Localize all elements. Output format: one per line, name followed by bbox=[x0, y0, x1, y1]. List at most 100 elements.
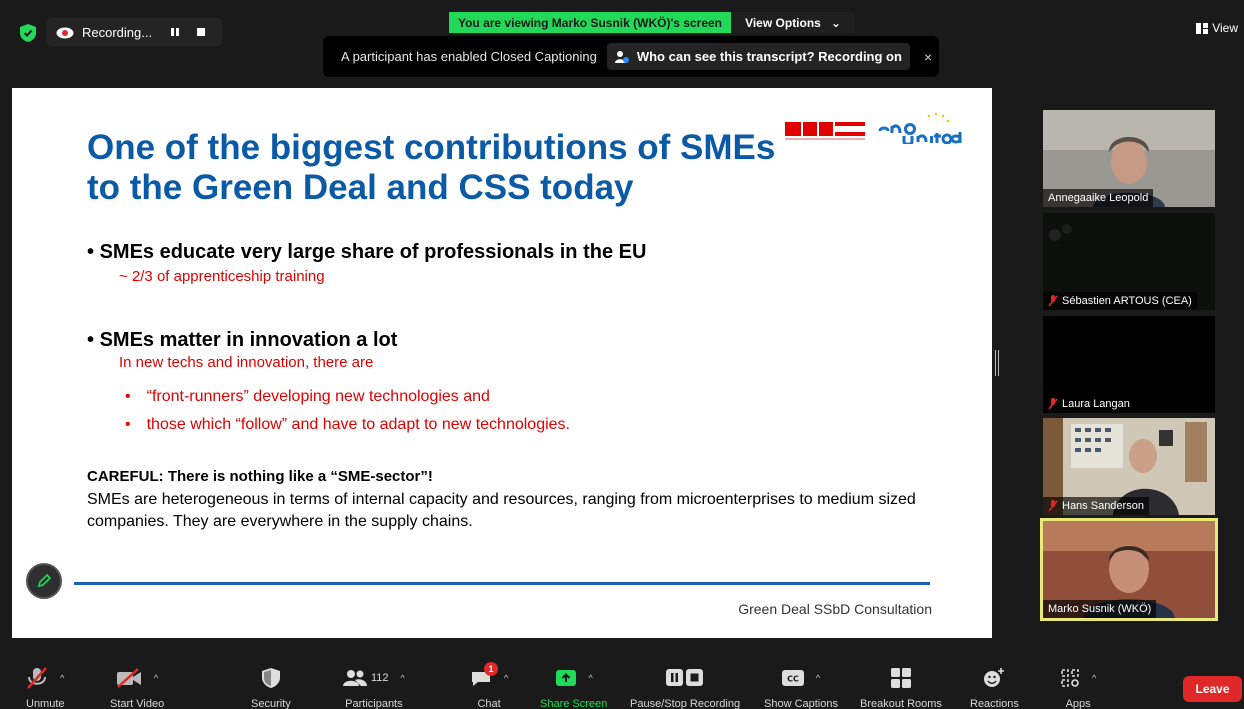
zoom-meeting-window: Recording... You are viewing Marko Susni… bbox=[0, 0, 1244, 709]
security-label: Security bbox=[251, 698, 291, 709]
sub-bullet-followers: those which “follow” and have to adapt t… bbox=[125, 416, 570, 434]
participant-tile[interactable]: Annegaaike Leopold bbox=[1043, 110, 1215, 207]
closed-captioning-notice: A participant has enabled Closed Caption… bbox=[323, 36, 939, 77]
shared-screen-slide: One of the biggest contributions of SMEs… bbox=[12, 88, 992, 638]
participants-label: Participants bbox=[345, 698, 403, 709]
share-screen-label: Share Screen bbox=[540, 698, 608, 709]
start-video-button[interactable]: ^ Start Video bbox=[110, 664, 164, 709]
view-label: View bbox=[1212, 21, 1238, 35]
reactions-button[interactable]: Reactions bbox=[970, 664, 1019, 709]
participants-icon bbox=[343, 670, 367, 686]
active-speaker-tile[interactable]: Marko Susnik (WKÖ) bbox=[1040, 518, 1218, 621]
shield-check-icon[interactable] bbox=[20, 24, 36, 42]
show-captions-label: Show Captions bbox=[764, 698, 838, 709]
chat-badge: 1 bbox=[484, 662, 498, 676]
video-off-icon bbox=[117, 668, 141, 688]
chat-label: Chat bbox=[477, 698, 501, 709]
person-info-icon bbox=[614, 50, 629, 63]
start-video-label: Start Video bbox=[110, 698, 165, 709]
reactions-label: Reactions bbox=[970, 698, 1019, 709]
leave-button[interactable]: Leave bbox=[1183, 676, 1242, 702]
annotate-button[interactable] bbox=[26, 563, 62, 599]
stop-icon bbox=[197, 28, 205, 36]
participant-name: Marko Susnik (WKÖ) bbox=[1048, 603, 1152, 615]
participant-name-label: Annegaaike Leopold bbox=[1043, 189, 1154, 207]
shield-icon bbox=[261, 668, 280, 688]
wko-logo bbox=[785, 122, 865, 140]
share-screen-icon bbox=[555, 670, 576, 686]
participant-name: Annegaaike Leopold bbox=[1048, 192, 1149, 204]
participant-name-label: Sébastien ARTOUS (CEA) bbox=[1043, 292, 1197, 310]
pencil-icon bbox=[37, 573, 52, 588]
closed-captions-icon: CC bbox=[781, 670, 804, 686]
smeunited-logo bbox=[878, 112, 962, 144]
chevron-up-icon[interactable]: ^ bbox=[1092, 673, 1096, 683]
participant-name-label: Laura Langan bbox=[1043, 395, 1135, 413]
unmute-button[interactable]: ^ Unmute bbox=[26, 664, 65, 709]
viewing-screen-banner: You are viewing Marko Susnik (WKÖ)'s scr… bbox=[449, 12, 731, 33]
participant-name: Sébastien ARTOUS (CEA) bbox=[1062, 295, 1192, 307]
breakout-rooms-icon bbox=[890, 668, 911, 688]
participant-name: Hans Sanderson bbox=[1062, 500, 1144, 512]
svg-text:CC: CC bbox=[787, 675, 799, 684]
sub-bullet-front-runners: “front-runners” developing new technolog… bbox=[125, 388, 490, 406]
panel-resize-handle[interactable] bbox=[995, 350, 999, 376]
chevron-up-icon[interactable]: ^ bbox=[60, 673, 64, 683]
close-notice-button[interactable]: × bbox=[924, 49, 932, 65]
view-options-label: View Options bbox=[745, 15, 821, 30]
apps-button[interactable]: ^ Apps bbox=[1060, 664, 1096, 709]
pause-stop-recording-button[interactable]: Pause/Stop Recording bbox=[630, 664, 740, 709]
mic-muted-icon bbox=[1048, 398, 1058, 410]
participant-tile[interactable]: Laura Langan bbox=[1043, 316, 1215, 413]
stop-recording-button[interactable] bbox=[190, 21, 212, 43]
meeting-controls-toolbar: ^ Unmute ^ Start Video Security 112 ^ Pa… bbox=[0, 660, 1244, 709]
chevron-up-icon[interactable]: ^ bbox=[816, 673, 820, 683]
apps-icon bbox=[1061, 669, 1079, 687]
cloud-record-icon bbox=[56, 27, 74, 39]
view-button[interactable]: View bbox=[1196, 21, 1238, 35]
chevron-up-icon[interactable]: ^ bbox=[589, 673, 593, 683]
unmute-label: Unmute bbox=[26, 698, 65, 709]
chevron-up-icon[interactable]: ^ bbox=[504, 673, 508, 683]
careful-text: SMEs are heterogeneous in terms of inter… bbox=[87, 491, 916, 530]
breakout-rooms-label: Breakout Rooms bbox=[860, 698, 942, 709]
apps-label: Apps bbox=[1065, 698, 1091, 709]
show-captions-button[interactable]: CC ^ Show Captions bbox=[764, 664, 838, 709]
bullet-innovation: • SMEs matter in innovation a lot bbox=[87, 329, 398, 351]
bullet-education: • SMEs educate very large share of profe… bbox=[87, 241, 647, 263]
pause-icon bbox=[171, 28, 179, 36]
participant-tile[interactable]: Sébastien ARTOUS (CEA) bbox=[1043, 213, 1215, 310]
slide-footer-rule bbox=[74, 582, 930, 585]
chevron-down-icon: ⌄ bbox=[830, 15, 841, 30]
grid-view-icon bbox=[1196, 22, 1209, 34]
participant-name-label: Hans Sanderson bbox=[1043, 497, 1149, 515]
participant-name-label: Marko Susnik (WKÖ) bbox=[1043, 600, 1157, 618]
share-screen-button[interactable]: ^ Share Screen bbox=[540, 664, 607, 709]
who-can-see-label: Who can see this transcript? Recording o… bbox=[636, 49, 902, 64]
mic-muted-icon bbox=[27, 667, 48, 689]
security-button[interactable]: Security bbox=[251, 664, 291, 709]
bullet-education-detail: ~ 2/3 of apprenticeship training bbox=[119, 268, 325, 285]
pause-recording-button[interactable] bbox=[164, 21, 186, 43]
top-bar: Recording... You are viewing Marko Susni… bbox=[0, 0, 1244, 84]
view-options-button[interactable]: View Options ⌄ bbox=[731, 12, 855, 33]
participants-button[interactable]: 112 ^ Participants bbox=[343, 664, 405, 709]
smiley-plus-icon bbox=[984, 668, 1005, 687]
recording-indicator: Recording... bbox=[46, 18, 222, 46]
participant-tile[interactable]: Hans Sanderson bbox=[1043, 418, 1215, 515]
chevron-up-icon[interactable]: ^ bbox=[154, 673, 158, 683]
participant-count: 112 bbox=[371, 672, 389, 684]
slide-footer: Green Deal SSbD Consultation bbox=[738, 601, 932, 617]
recording-label: Recording... bbox=[82, 24, 153, 40]
breakout-rooms-button[interactable]: Breakout Rooms bbox=[860, 664, 942, 709]
who-can-see-transcript-button[interactable]: Who can see this transcript? Recording o… bbox=[606, 43, 910, 70]
chevron-up-icon[interactable]: ^ bbox=[401, 673, 405, 683]
mic-muted-icon bbox=[1048, 295, 1058, 307]
bullet-innovation-detail: In new techs and innovation, there are bbox=[119, 354, 374, 371]
pause-stop-recording-label: Pause/Stop Recording bbox=[630, 698, 741, 709]
chat-button[interactable]: 1 ^ Chat bbox=[470, 662, 508, 709]
mic-muted-icon bbox=[1048, 500, 1058, 512]
participant-name: Laura Langan bbox=[1062, 398, 1130, 410]
bullet-education-text: SMEs educate very large share of profess… bbox=[99, 241, 647, 263]
slide-title: One of the biggest contributions of SMEs… bbox=[87, 128, 776, 207]
